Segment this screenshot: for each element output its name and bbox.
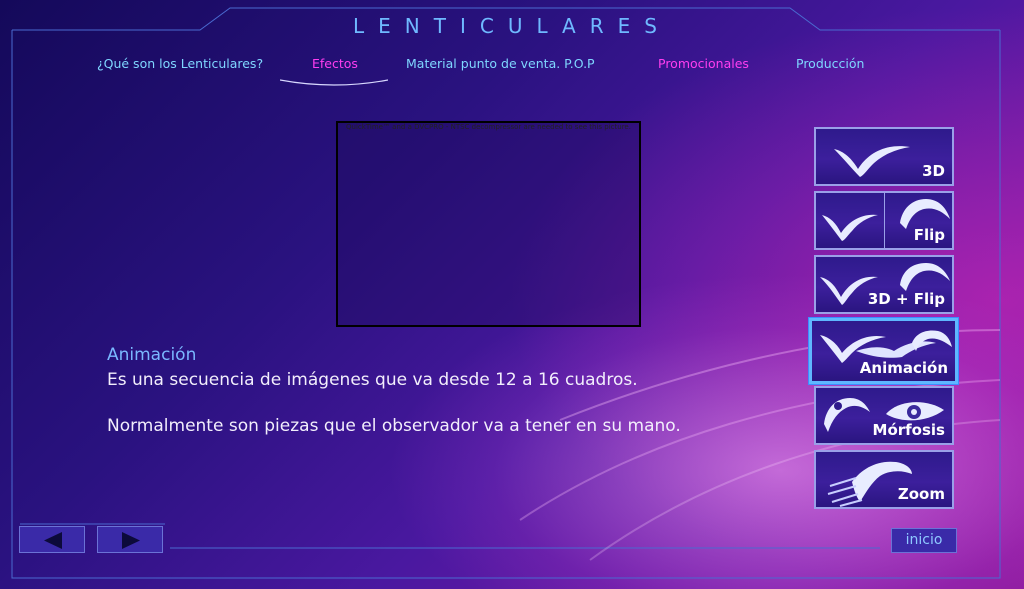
video-missing-message: QuickTime™ and a DVCPRO - NTSC decompres… [346, 123, 631, 131]
effect-label: 3D [922, 162, 945, 180]
previous-button[interactable] [19, 526, 85, 553]
effect-label: Mórfosis [872, 421, 945, 439]
arrow-left-icon [44, 532, 62, 549]
nav-item-promocionales[interactable]: Promocionales [658, 56, 749, 71]
effect-button-animacion[interactable]: Animación [809, 318, 958, 384]
arrow-right-icon [122, 532, 140, 549]
effect-label: Animación [859, 359, 948, 377]
nav-item-material-pop[interactable]: Material punto de venta. P.O.P [406, 56, 595, 71]
active-nav-underline [280, 79, 388, 86]
description-line-1: Es una secuencia de imágenes que va desd… [107, 370, 638, 390]
video-player[interactable]: QuickTime™ and a DVCPRO - NTSC decompres… [336, 121, 641, 327]
nav-item-efectos[interactable]: Efectos [312, 56, 358, 71]
effect-button-morfosis[interactable]: Mórfosis [814, 386, 954, 445]
section-heading: Animación [107, 345, 197, 365]
effect-label: 3D + Flip [867, 290, 945, 308]
effect-divider [884, 193, 885, 248]
next-button[interactable] [97, 526, 163, 553]
page-title: LENTICULARES [353, 14, 671, 38]
effect-label: Zoom [897, 485, 945, 503]
nav-item-produccion[interactable]: Producción [796, 56, 864, 71]
effect-button-zoom[interactable]: Zoom [814, 450, 954, 509]
effect-button-3d-flip[interactable]: 3D + Flip [814, 255, 954, 314]
main-nav: ¿Qué son los Lenticulares? Efectos Mater… [0, 56, 1024, 76]
inicio-button[interactable]: inicio [891, 528, 957, 553]
description-line-2: Normalmente son piezas que el observador… [107, 416, 681, 436]
effect-button-flip[interactable]: Flip [814, 191, 954, 250]
nav-item-que-son[interactable]: ¿Qué son los Lenticulares? [97, 56, 263, 71]
effect-label: Flip [913, 226, 945, 244]
effect-button-3d[interactable]: 3D [814, 127, 954, 186]
